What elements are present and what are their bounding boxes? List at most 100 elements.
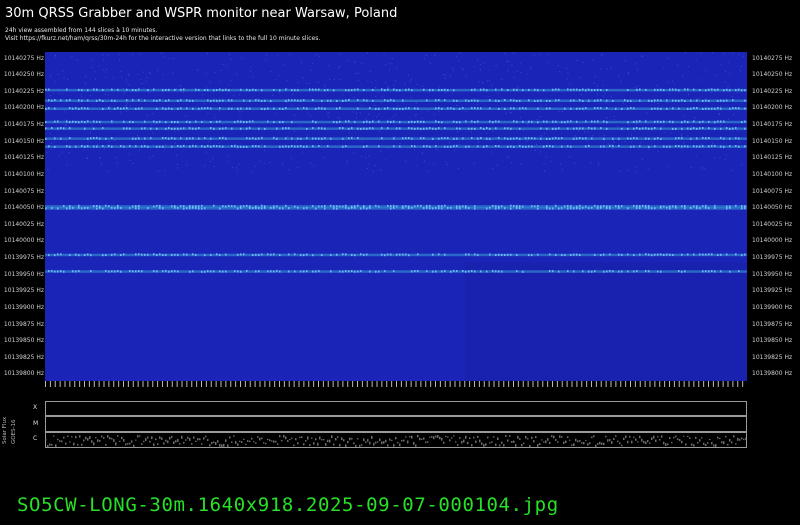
signal-dot: [528, 120, 530, 123]
time-tick: [474, 381, 475, 387]
noise-speckle: [98, 65, 100, 67]
signal-dot: [399, 127, 401, 130]
signal-dot: [573, 207, 575, 210]
signal-dot: [231, 107, 233, 110]
solar-trace-dot: [267, 439, 269, 441]
noise-speckle: [388, 87, 389, 89]
solar-trace-dot: [225, 439, 227, 442]
solar-trace-dot: [57, 438, 59, 441]
noise-speckle: [714, 157, 716, 159]
signal-dot: [483, 145, 485, 148]
signal-dot: [543, 89, 545, 92]
noise-speckle: [700, 143, 702, 145]
noise-speckle: [513, 76, 515, 78]
signal-dot: [237, 270, 239, 273]
signal-dot: [231, 127, 233, 130]
noise-speckle: [727, 118, 729, 120]
noise-speckle: [308, 82, 310, 84]
signal-dot: [657, 107, 659, 110]
signal-dot: [393, 137, 395, 140]
signal-dot: [735, 253, 737, 256]
solar-trace-dot: [305, 440, 307, 442]
signal-dot: [159, 206, 161, 209]
signal-dot: [486, 145, 488, 148]
solar-trace-dot: [161, 437, 163, 440]
signal-dot: [255, 89, 257, 92]
noise-speckle: [300, 62, 302, 64]
noise-speckle: [623, 102, 625, 104]
signal-dot: [159, 120, 161, 123]
solar-trace-dot: [339, 444, 341, 447]
signal-dot: [192, 137, 194, 140]
signal-dot: [504, 127, 506, 130]
signal-dot: [741, 121, 743, 124]
noise-speckle: [592, 135, 594, 137]
signal-dot: [96, 145, 98, 148]
solar-trace-dot: [453, 435, 455, 437]
solar-trace-dot: [699, 439, 701, 442]
solar-trace-dot: [645, 441, 647, 445]
noise-speckle: [126, 102, 128, 104]
signal-dot: [138, 99, 140, 102]
signal-dot: [141, 253, 143, 256]
signal-dot: [393, 204, 395, 207]
signal-dot: [189, 137, 191, 140]
signal-dot: [438, 127, 440, 130]
signal-dot: [120, 270, 122, 273]
noise-speckle: [100, 157, 102, 159]
signal-dot: [480, 127, 482, 129]
signal-dot: [489, 253, 491, 256]
noise-speckle: [310, 69, 312, 71]
signal-dot: [51, 207, 53, 210]
noise-speckle: [574, 162, 576, 164]
solar-trace-dot: [59, 440, 61, 442]
signal-dot: [414, 205, 416, 208]
signal-dot: [177, 107, 179, 110]
signal-dot: [99, 206, 101, 209]
signal-dot: [549, 270, 551, 272]
signal-dot: [648, 205, 650, 208]
noise-speckle: [695, 59, 697, 61]
noise-speckle: [368, 155, 370, 157]
spectrogram[interactable]: [45, 52, 747, 381]
solar-trace-dot: [409, 436, 411, 438]
signal-dot: [423, 137, 425, 140]
signal-dot: [225, 137, 227, 140]
signal-dot: [606, 99, 608, 102]
solar-trace-dot: [155, 438, 157, 441]
solar-trace-dot: [185, 439, 187, 441]
solar-trace-dot: [573, 443, 575, 447]
solar-trace-dot: [51, 444, 53, 446]
signal-dot: [261, 100, 263, 102]
signal-dot: [660, 99, 662, 102]
solar-trace-dot: [179, 443, 181, 445]
signal-dot: [612, 270, 614, 273]
noise-speckle: [102, 69, 104, 71]
signal-dot: [75, 253, 77, 256]
signal-dot: [270, 270, 272, 273]
solar-trace-dot: [123, 439, 125, 442]
signal-dot: [177, 127, 179, 130]
signal-dot: [246, 121, 248, 123]
signal-dot: [411, 127, 413, 130]
signal-dot: [531, 205, 533, 208]
signal-dot: [54, 120, 56, 123]
solar-trace-dot: [721, 441, 723, 444]
solar-trace-dot: [249, 440, 251, 443]
time-tick: [678, 381, 680, 387]
signal-dot: [378, 120, 380, 123]
solar-trace-dot: [117, 435, 119, 437]
solar-trace-dot: [389, 438, 391, 441]
signal-dot: [546, 145, 548, 147]
y-tick-right: 10140250 Hz: [752, 71, 793, 79]
solar-trace-dot: [55, 444, 57, 448]
solar-trace-dot: [149, 440, 151, 443]
solar-trace-dot: [741, 437, 743, 440]
signal-dot: [339, 120, 341, 123]
subtitle-link[interactable]: Visit https://fkurz.net/ham/qrss/30m-24h…: [5, 35, 320, 42]
signal-dot: [186, 207, 188, 210]
signal-dot: [564, 121, 566, 124]
noise-speckle: [681, 148, 683, 150]
signal-dot: [381, 127, 383, 130]
noise-speckle: [294, 131, 295, 132]
